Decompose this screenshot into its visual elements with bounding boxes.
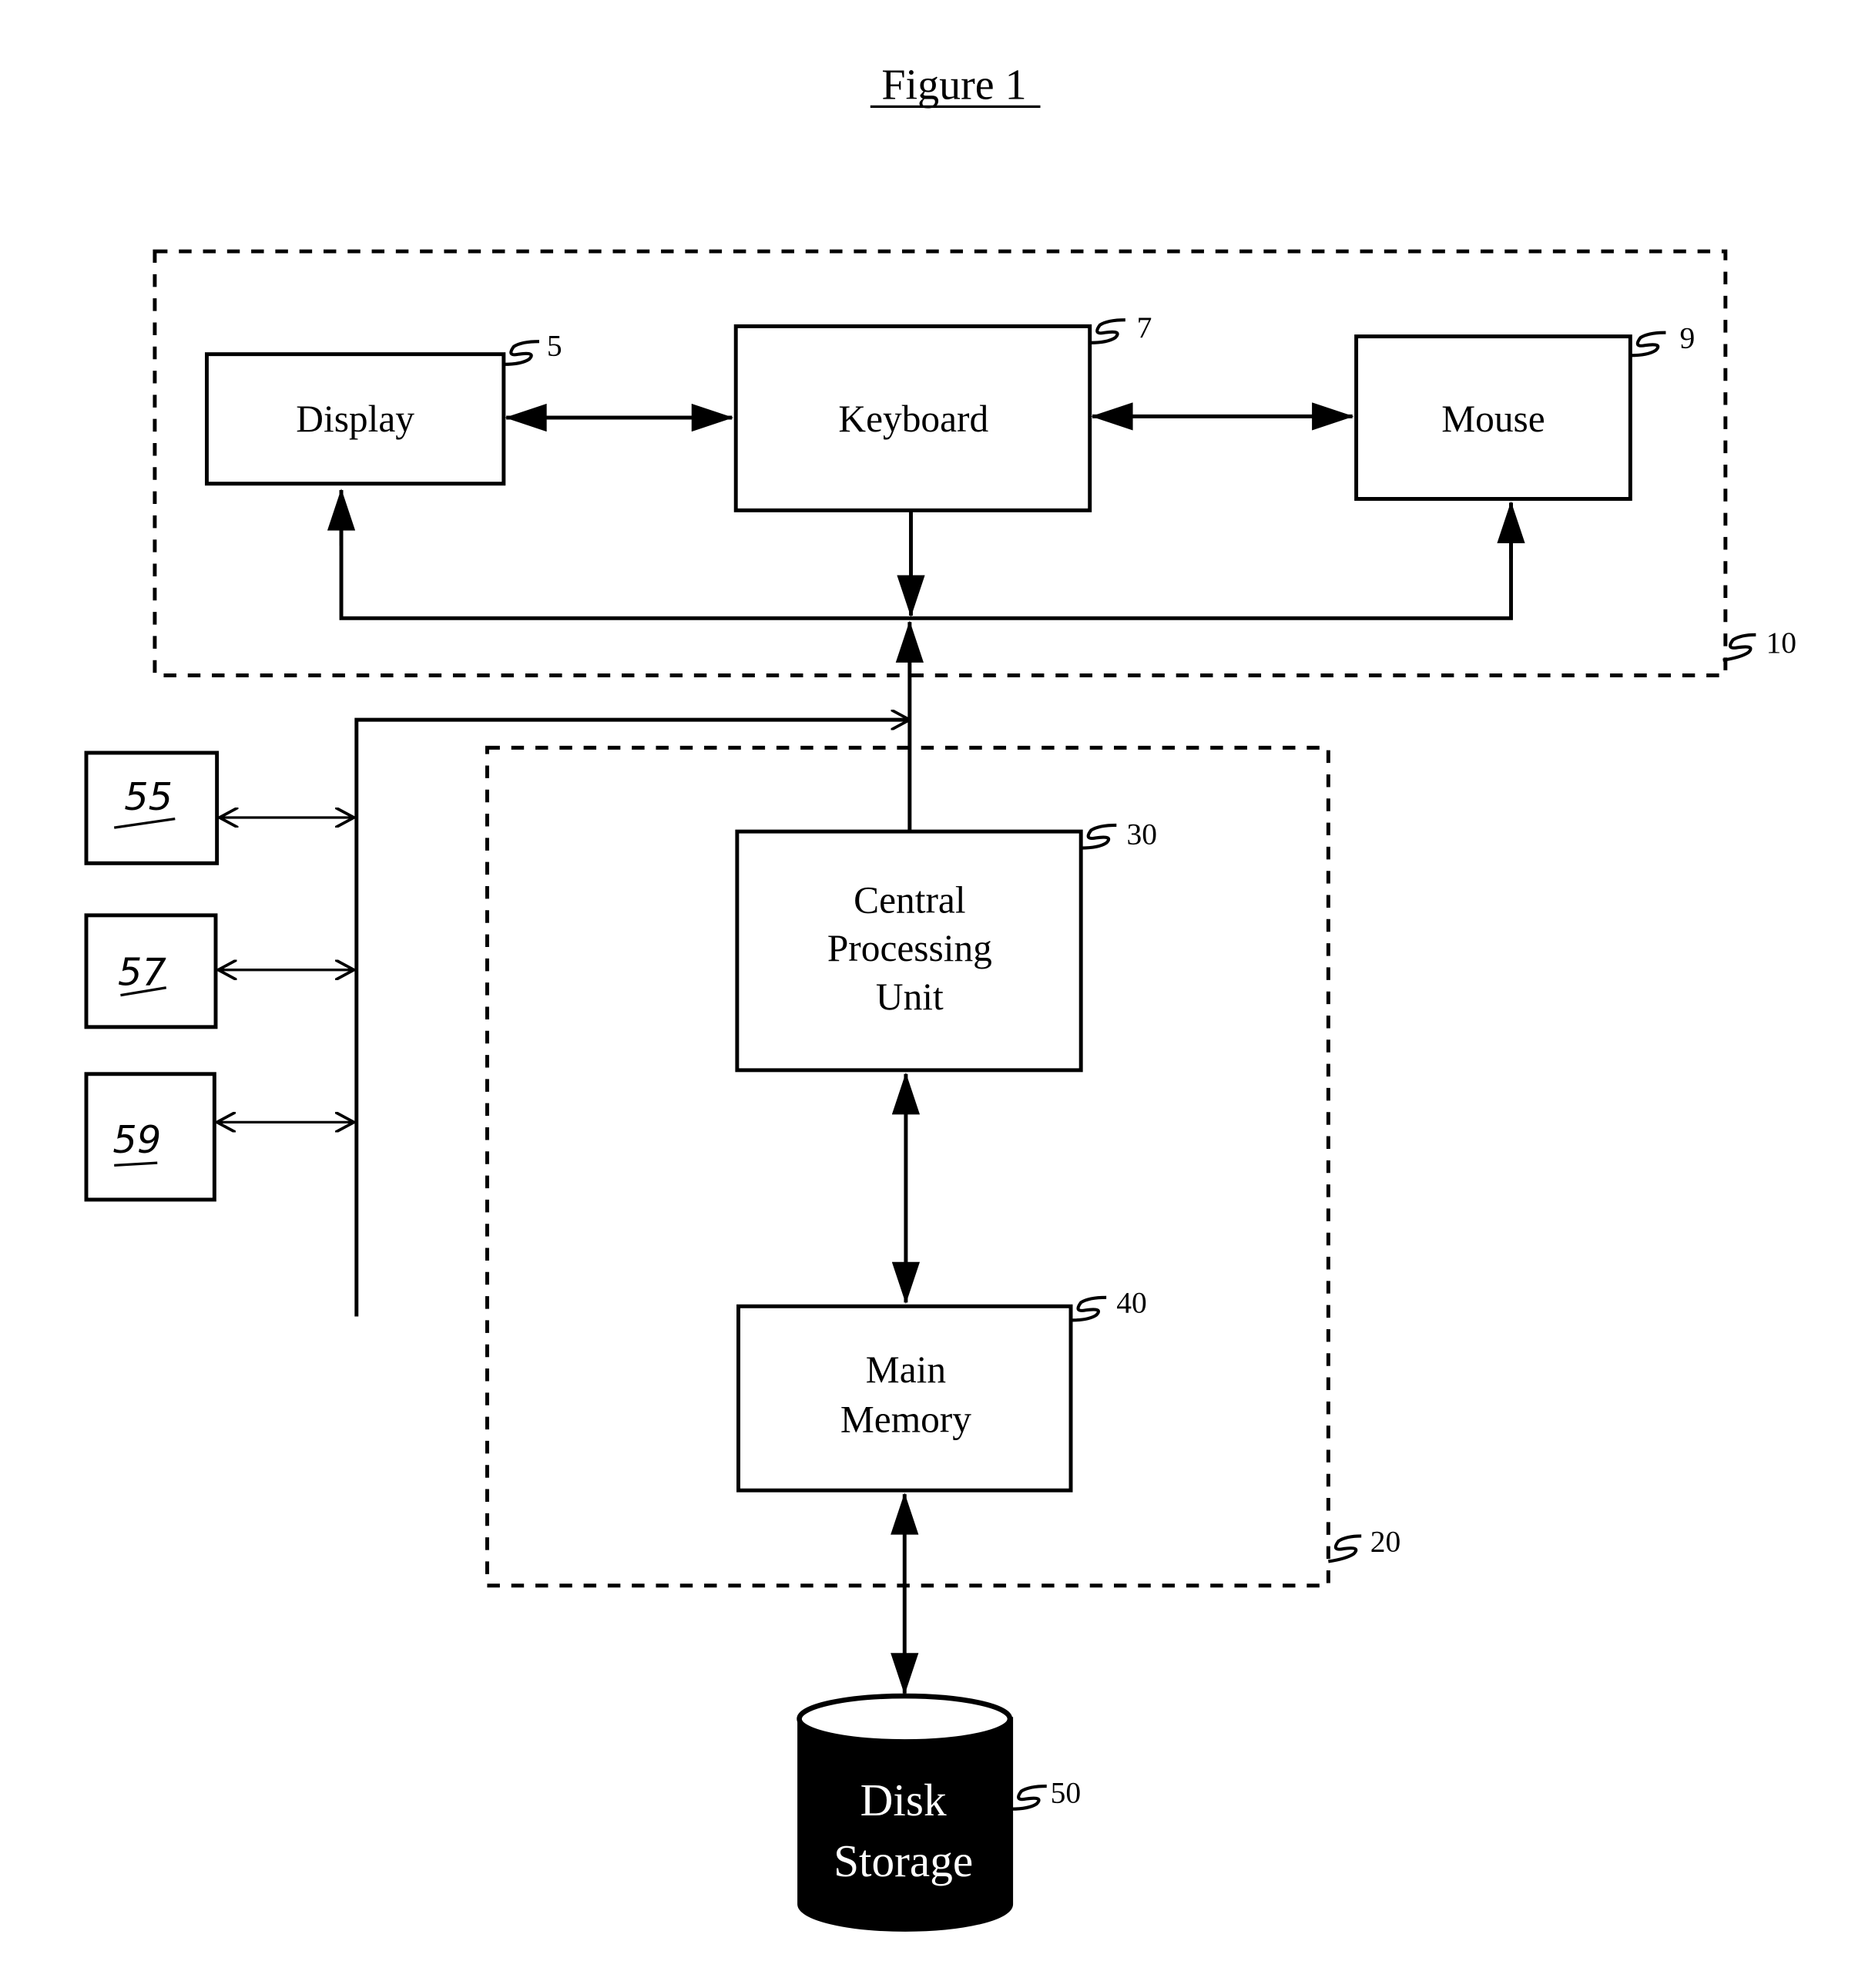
display-ref-leader <box>503 340 539 366</box>
disk-storage[interactable]: Disk Storage 50 <box>797 1693 1082 1932</box>
figure-title: Figure 1 <box>881 61 1026 109</box>
mouse-ref: 9 <box>1680 321 1696 354</box>
computer-group-ref-leader <box>1328 1534 1362 1563</box>
cpu-label-line-3: Unit <box>876 976 944 1018</box>
peripheral-55-label: 55 <box>124 774 173 819</box>
disk-label-line-2: Storage <box>834 1835 973 1886</box>
display-label: Display <box>296 398 414 440</box>
block-diagram: Figure 1 10 Display 5 Keyboard 7 Mouse 9 <box>84 61 1797 1932</box>
cpu-label-line-2: Processing <box>827 927 992 969</box>
peripheral-59-label: 59 <box>112 1117 161 1162</box>
peripheral-55[interactable]: 55 <box>84 751 354 865</box>
memory-ref: 40 <box>1116 1286 1147 1320</box>
display-ref: 5 <box>547 328 562 362</box>
keyboard-block[interactable]: Keyboard 7 <box>733 311 1152 512</box>
keyboard-ref-leader <box>1089 318 1125 344</box>
mouse-block[interactable]: Mouse 9 <box>1354 321 1696 501</box>
cpu-ref: 30 <box>1126 818 1157 851</box>
disk-top <box>797 1693 1013 1745</box>
memory-label-line-1: Main <box>866 1348 946 1391</box>
memory-label-line-2: Memory <box>840 1398 971 1440</box>
cpu-label-line-1: Central <box>854 879 965 922</box>
memory-ref-leader <box>1071 1295 1107 1322</box>
disk-label-line-1: Disk <box>860 1775 947 1825</box>
computer-group-ref: 20 <box>1370 1524 1401 1558</box>
keyboard-ref: 7 <box>1137 311 1152 344</box>
peripheral-59[interactable]: 59 <box>84 1072 354 1202</box>
memory-block[interactable]: Main Memory 40 <box>736 1286 1147 1493</box>
display-block[interactable]: Display 5 <box>204 328 562 486</box>
peripheral-57[interactable]: 57 <box>84 913 354 1029</box>
disk-ref-leader <box>1011 1784 1047 1811</box>
io-group-ref: 10 <box>1766 626 1797 660</box>
cpu-ref-leader <box>1081 823 1117 850</box>
mouse-ref-leader <box>1630 331 1666 358</box>
keyboard-label: Keyboard <box>838 398 988 440</box>
disk-ref: 50 <box>1051 1775 1082 1809</box>
mouse-label: Mouse <box>1441 398 1545 440</box>
io-group-ref-leader <box>1722 633 1756 662</box>
cpu-block[interactable]: Central Processing Unit 30 <box>735 818 1157 1073</box>
